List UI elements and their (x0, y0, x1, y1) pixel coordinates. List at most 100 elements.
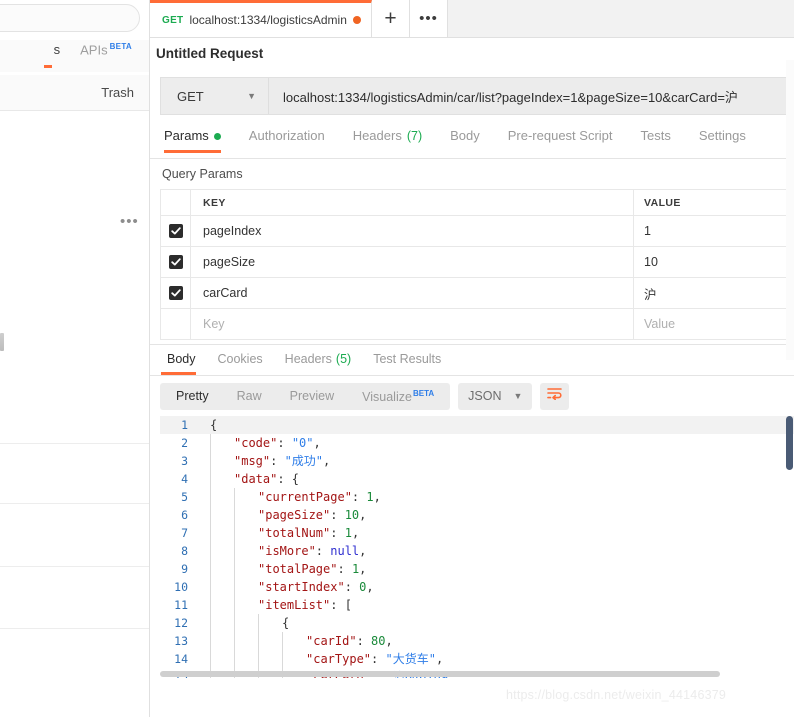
tab-headers[interactable]: Headers (7) (339, 127, 436, 143)
tab-options-button[interactable]: ••• (410, 0, 448, 37)
view-mode-preview[interactable]: Preview (276, 383, 348, 410)
plus-icon: + (384, 7, 397, 30)
param-value-cell[interactable]: 沪 (634, 278, 794, 308)
response-tab-headers[interactable]: Headers (5) (274, 352, 363, 366)
request-tab-method-badge: GET (162, 14, 184, 26)
code-line: 11 "itemList": [ (160, 596, 794, 614)
code-line-number: 2 (181, 436, 188, 450)
checkbox-checked-icon[interactable] (168, 286, 183, 300)
new-param-value-input[interactable]: Value (634, 309, 794, 339)
code-line-number: 10 (174, 580, 188, 594)
code-line-content: "pageSize": 10, (198, 506, 366, 524)
response-tab-test-results-label: Test Results (373, 352, 442, 366)
watermark-text: https://blog.csdn.net/weixin_44146379 (506, 688, 727, 702)
param-key-cell[interactable]: carCard (191, 278, 634, 308)
tab-params[interactable]: Params (160, 127, 235, 153)
sidebar-tab-collections[interactable]: s (43, 40, 71, 68)
code-line: 5 "currentPage": 1, (160, 488, 794, 506)
tab-body[interactable]: Body (436, 127, 494, 143)
table-row: pageIndex 1 (161, 216, 794, 247)
sidebar-tab-apis[interactable]: APIs BETA (70, 40, 142, 57)
beta-badge: BETA (412, 389, 435, 399)
response-tab-test-results[interactable]: Test Results (362, 352, 452, 366)
code-horizontal-scrollbar[interactable] (160, 671, 794, 678)
code-line-number: 5 (181, 490, 188, 504)
code-line-content: "msg": "成功", (198, 452, 330, 470)
response-tabs: Body Cookies Headers (5) Test Results (150, 344, 794, 376)
code-token: , (385, 634, 393, 648)
code-line-number: 4 (181, 472, 188, 486)
view-mode-pretty[interactable]: Pretty (162, 382, 223, 410)
search-input[interactable] (0, 4, 140, 32)
code-line-number: 13 (174, 634, 188, 648)
indent-guide (210, 434, 234, 452)
param-key-value: pageIndex (203, 224, 262, 238)
code-token: , (313, 436, 321, 450)
response-tab-cookies[interactable]: Cookies (207, 352, 274, 366)
column-header-value-label: VALUE (644, 196, 681, 209)
code-token: : (351, 490, 367, 504)
code-token: : (270, 454, 285, 468)
sidebar-resize-handle[interactable] (0, 333, 4, 351)
code-token: { (282, 616, 290, 630)
row-checkbox-cell (161, 309, 191, 339)
page-title[interactable]: Untitled Request (156, 46, 263, 61)
param-value-cell[interactable]: 10 (634, 247, 794, 277)
tab-authorization[interactable]: Authorization (235, 127, 339, 143)
param-value-cell[interactable]: 1 (634, 216, 794, 246)
tab-settings[interactable]: Settings (685, 127, 760, 143)
code-token: "carType" (306, 652, 372, 666)
word-wrap-button[interactable] (540, 382, 570, 410)
tab-tests[interactable]: Tests (627, 127, 685, 143)
param-key-cell[interactable]: pageSize (191, 247, 634, 277)
code-line-content: "startIndex": 0, (198, 578, 374, 596)
indent-guide (234, 578, 258, 596)
tab-pre-request-script-label: Pre-request Script (507, 128, 613, 143)
response-tab-body[interactable]: Body (156, 352, 207, 375)
indent-guide (210, 596, 234, 614)
checkbox-checked-icon[interactable] (168, 255, 183, 269)
query-params-label: Query Params (150, 159, 794, 189)
code-line: 4 "data": { (160, 470, 794, 488)
code-token: "code" (234, 436, 278, 450)
param-value-text: 沪 (644, 287, 657, 302)
sidebar-trash-link[interactable]: Trash (101, 85, 134, 100)
http-method-select[interactable]: GET ▼ (161, 78, 269, 114)
code-line: 12 { (160, 614, 794, 632)
code-line-content: { (198, 416, 217, 434)
table-row: carCard 沪 (161, 278, 794, 309)
view-mode-raw[interactable]: Raw (223, 383, 276, 410)
code-line-number: 7 (181, 526, 188, 540)
tab-headers-label: Headers (352, 128, 402, 143)
param-key-cell[interactable]: pageIndex (191, 216, 634, 246)
row-checkbox-cell (161, 278, 191, 308)
response-format-select[interactable]: JSON ▼ (458, 382, 533, 410)
indent-guide (210, 632, 234, 650)
request-tab-active[interactable]: GET localhost:1334/logisticsAdmin/c... (150, 0, 372, 37)
code-token: 80 (371, 634, 386, 648)
code-line-number: 8 (181, 544, 188, 558)
sidebar-more-icon[interactable]: ••• (120, 214, 139, 229)
sidebar-search-wrapper (0, 4, 140, 32)
indent-guide (234, 524, 258, 542)
code-token: , (366, 580, 374, 594)
indent-guide (282, 650, 306, 668)
tab-pre-request-script[interactable]: Pre-request Script (494, 127, 627, 143)
code-token: "msg" (234, 454, 271, 468)
code-line-content: "data": { (198, 470, 299, 488)
code-token: : (371, 652, 386, 666)
main-vertical-scrollbar[interactable] (786, 60, 794, 360)
view-mode-visualize[interactable]: VisualizeBETA (348, 380, 448, 411)
code-token: 1 (366, 490, 374, 504)
new-param-key-input[interactable]: Key (191, 309, 634, 339)
code-token: "data" (234, 472, 278, 486)
code-token: , (373, 490, 381, 504)
code-vertical-scrollbar[interactable] (785, 416, 794, 678)
chevron-down-icon: ▼ (513, 391, 523, 401)
response-body-code[interactable]: 1{2 "code": "0", 3 "msg": "成功", 4 "data": {5 "… (160, 416, 794, 678)
checkbox-checked-icon[interactable] (168, 224, 183, 238)
http-method-value: GET (177, 88, 204, 104)
new-tab-button[interactable]: + (372, 0, 410, 37)
url-input[interactable]: localhost:1334/logisticsAdmin/car/list?p… (269, 78, 793, 114)
code-token: , (359, 544, 367, 558)
